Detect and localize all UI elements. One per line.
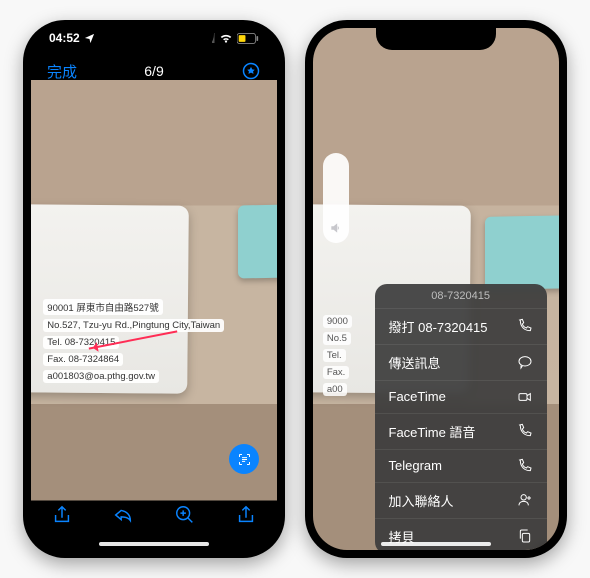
menu-label: 加入聯絡人 (389, 491, 454, 510)
share-icon (51, 504, 73, 526)
home-indicator[interactable] (99, 542, 209, 546)
status-time: 04:52 (49, 31, 80, 45)
context-menu: 08-7320415 撥打 08-7320415 傳送訊息 FaceTime F… (375, 284, 547, 550)
reply-button[interactable] (112, 504, 134, 531)
menu-item-message[interactable]: 傳送訊息 (375, 344, 547, 380)
menu-item-facetime-audio[interactable]: FaceTime 語音 (375, 413, 547, 449)
menu-label: 撥打 08-7320415 (389, 317, 488, 336)
phone-icon (517, 423, 533, 439)
phone-icon (517, 458, 533, 474)
export-icon (235, 504, 257, 526)
menu-label: 傳送訊息 (389, 353, 441, 372)
reply-icon (112, 504, 134, 526)
card-stack (485, 215, 559, 290)
speaker-icon (329, 221, 343, 235)
menu-item-telegram[interactable]: Telegram (375, 449, 547, 482)
zoom-button[interactable] (174, 504, 196, 531)
phone-right: 9000 No.5 Tel. Fax. a00 08-7320415 撥打 08… (305, 20, 567, 558)
menu-header: 08-7320415 (375, 284, 547, 308)
menu-label: FaceTime (389, 389, 446, 404)
nav-bar: 完成 6/9 (31, 56, 277, 86)
card-stack (238, 205, 277, 279)
copy-icon (517, 528, 533, 544)
detected-text[interactable]: a001803@oa.pthg.gov.tw (43, 370, 159, 383)
detected-text[interactable]: 90001 屏東市自由路527號 (43, 299, 162, 315)
detected-text-group: 90001 屏東市自由路527號 No.527, Tzu-yu Rd.,Ping… (43, 299, 224, 383)
ai-badge-icon[interactable] (241, 61, 261, 81)
screen: 9000 No.5 Tel. Fax. a00 08-7320415 撥打 08… (313, 28, 559, 550)
menu-label: Telegram (389, 458, 442, 473)
detected-text[interactable]: 9000 (323, 315, 352, 328)
screen: 04:52 完成 6/9 90001 屏東市自由路527號 No.527, Tz… (31, 28, 277, 550)
detected-text-group: 9000 No.5 Tel. Fax. a00 (323, 315, 352, 396)
bottom-toolbar (31, 498, 277, 536)
detected-text[interactable]: Fax. 08-7324864 (43, 353, 123, 366)
notch (94, 28, 214, 50)
message-icon (517, 354, 533, 370)
export-button[interactable] (235, 504, 257, 531)
phone-icon (517, 318, 533, 334)
menu-item-call[interactable]: 撥打 08-7320415 (375, 308, 547, 344)
detected-text[interactable]: a00 (323, 383, 347, 396)
detected-text[interactable]: Fax. (323, 366, 349, 379)
detected-text[interactable]: No.527, Tzu-yu Rd.,Pingtung City,Taiwan (43, 319, 224, 332)
zoom-in-icon (174, 504, 196, 526)
share-button[interactable] (51, 504, 73, 531)
wifi-icon (219, 31, 233, 45)
battery-icon (237, 33, 259, 44)
volume-hud (323, 153, 349, 243)
live-text-icon (237, 452, 252, 467)
video-icon (517, 389, 533, 405)
add-contact-icon (517, 492, 533, 508)
done-button[interactable]: 完成 (47, 61, 77, 82)
detected-text[interactable]: Tel. (323, 349, 346, 362)
home-indicator[interactable] (381, 542, 491, 546)
menu-item-facetime[interactable]: FaceTime (375, 380, 547, 413)
menu-item-add-contact[interactable]: 加入聯絡人 (375, 482, 547, 518)
detected-text[interactable]: No.5 (323, 332, 351, 345)
menu-label: FaceTime 語音 (389, 422, 476, 441)
notch (376, 28, 496, 50)
photo-counter: 6/9 (144, 63, 163, 79)
live-text-button[interactable] (229, 444, 259, 474)
phone-left: 04:52 完成 6/9 90001 屏東市自由路527號 No.527, Tz… (23, 20, 285, 558)
